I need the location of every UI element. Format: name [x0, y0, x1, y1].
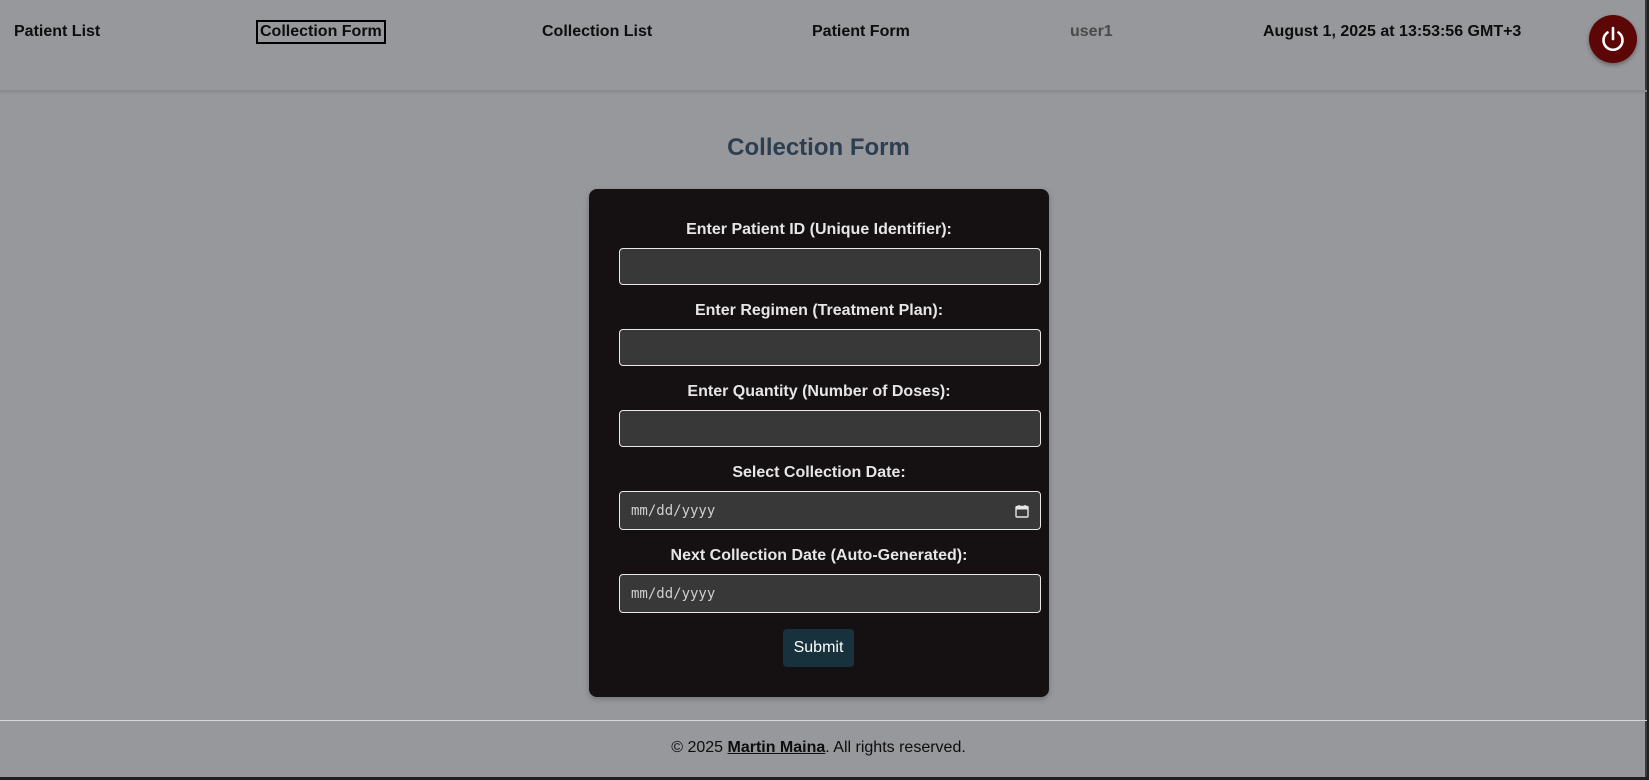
quantity-input[interactable]	[619, 410, 1041, 447]
collection-date-placeholder: mm/dd/yyyy	[631, 502, 716, 519]
nav-collection-list[interactable]: Collection List	[540, 22, 654, 42]
footer-copyright: © 2025	[671, 739, 728, 756]
footer-author-link[interactable]: Martin Maina	[727, 739, 825, 756]
quantity-label: Enter Quantity (Number of Doses):	[687, 383, 951, 400]
nav-collection-form[interactable]: Collection Form	[256, 20, 386, 44]
power-icon	[1602, 26, 1624, 51]
regimen-label: Enter Regimen (Treatment Plan):	[694, 302, 944, 319]
current-datetime: August 1, 2025 at 13:53:56 GMT+3	[1263, 23, 1522, 40]
submit-button[interactable]: Submit	[783, 629, 854, 667]
patient-id-label: Enter Patient ID (Unique Identifier):	[686, 221, 952, 238]
footer-divider	[0, 720, 1647, 721]
next-collection-date-label: Next Collection Date (Auto-Generated):	[670, 547, 968, 564]
nav-patient-form[interactable]: Patient Form	[810, 22, 912, 42]
regimen-input[interactable]	[619, 329, 1041, 366]
page: Patient List Collection Form Collection …	[0, 0, 1647, 777]
next-collection-date-placeholder: mm/dd/yyyy	[631, 585, 716, 602]
top-navbar: Patient List Collection Form Collection …	[0, 0, 1647, 92]
collection-date-label: Select Collection Date:	[732, 464, 906, 481]
logout-button[interactable]	[1589, 15, 1637, 63]
collection-form: Enter Patient ID (Unique Identifier): En…	[589, 189, 1049, 697]
footer-rights: . All rights reserved.	[825, 739, 966, 756]
footer: © 2025 Martin Maina. All rights reserved…	[0, 739, 1637, 757]
next-collection-date-input[interactable]: mm/dd/yyyy	[619, 574, 1041, 613]
current-user: user1	[1070, 23, 1113, 40]
calendar-icon[interactable]	[1015, 504, 1029, 518]
page-title: Collection Form	[727, 134, 910, 161]
nav-patient-list[interactable]: Patient List	[12, 22, 102, 42]
collection-date-input[interactable]: mm/dd/yyyy	[619, 491, 1041, 530]
patient-id-input[interactable]	[619, 248, 1041, 285]
